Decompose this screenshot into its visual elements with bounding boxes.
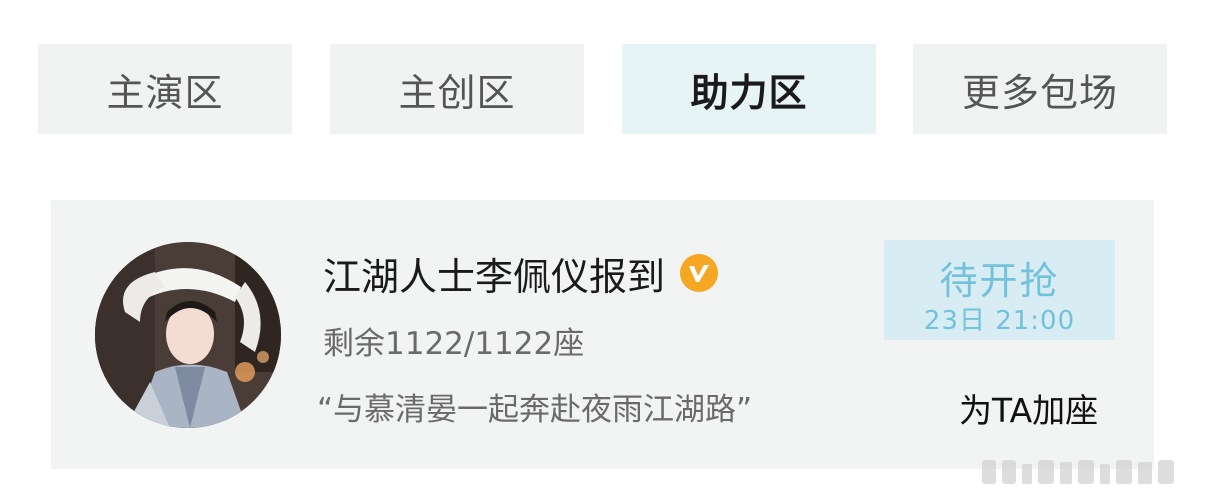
avatar-image xyxy=(95,242,281,428)
tab-label: 主演区 xyxy=(106,70,224,115)
tab-label: 助力区 xyxy=(690,70,808,115)
watermark-logo xyxy=(978,452,1198,492)
v-verified-icon xyxy=(679,253,719,293)
tab-label: 主创区 xyxy=(398,70,516,115)
pending-grab-button[interactable]: 待开抢 23日 21:00 xyxy=(884,240,1115,340)
slogan-text: “与慕清晏一起奔赴夜雨江湖路” xyxy=(317,392,753,428)
organizer-name: 江湖人士李佩仪报到 xyxy=(323,254,666,299)
organizer-name-row: 江湖人士李佩仪报到 xyxy=(323,248,719,299)
tab-support[interactable]: 助力区 xyxy=(622,44,876,134)
zone-tabs: 主演区 主创区 助力区 更多包场 xyxy=(0,0,1206,140)
grab-button-label: 待开抢 xyxy=(939,259,1060,303)
booking-card: 江湖人士李佩仪报到 剩余1122/1122座 “与慕清晏一起奔赴夜雨江湖路” 待… xyxy=(51,200,1154,469)
tab-main-cast[interactable]: 主演区 xyxy=(38,44,292,134)
add-seat-link[interactable]: 为TA加座 xyxy=(959,384,1098,432)
seats-remaining: 剩余1122/1122座 xyxy=(323,326,585,362)
tab-label: 更多包场 xyxy=(961,70,1118,115)
tab-main-creators[interactable]: 主创区 xyxy=(330,44,584,134)
grab-start-time: 23日 21:00 xyxy=(923,306,1076,336)
avatar[interactable] xyxy=(95,242,281,428)
tab-more-bookings[interactable]: 更多包场 xyxy=(913,44,1167,134)
